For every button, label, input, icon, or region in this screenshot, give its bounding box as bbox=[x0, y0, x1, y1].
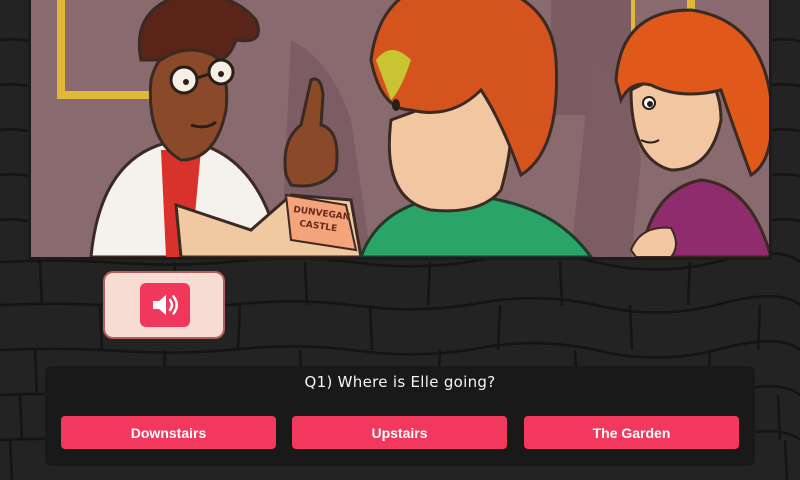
speaker-volume-icon bbox=[153, 295, 178, 315]
play-audio-button[interactable] bbox=[140, 283, 190, 327]
answer-button-the-garden[interactable]: The Garden bbox=[524, 416, 739, 449]
answer-button-upstairs[interactable]: Upstairs bbox=[292, 416, 507, 449]
quiz-panel: Q1) Where is Elle going? Downstairs Upst… bbox=[45, 366, 755, 466]
comic-scene: DUNVEGAN CASTLE bbox=[28, 0, 772, 260]
comic-illustration: DUNVEGAN CASTLE bbox=[31, 0, 769, 257]
speech-bubble bbox=[103, 271, 225, 339]
answer-button-downstairs[interactable]: Downstairs bbox=[61, 416, 276, 449]
question-text: Q1) Where is Elle going? bbox=[304, 373, 496, 391]
